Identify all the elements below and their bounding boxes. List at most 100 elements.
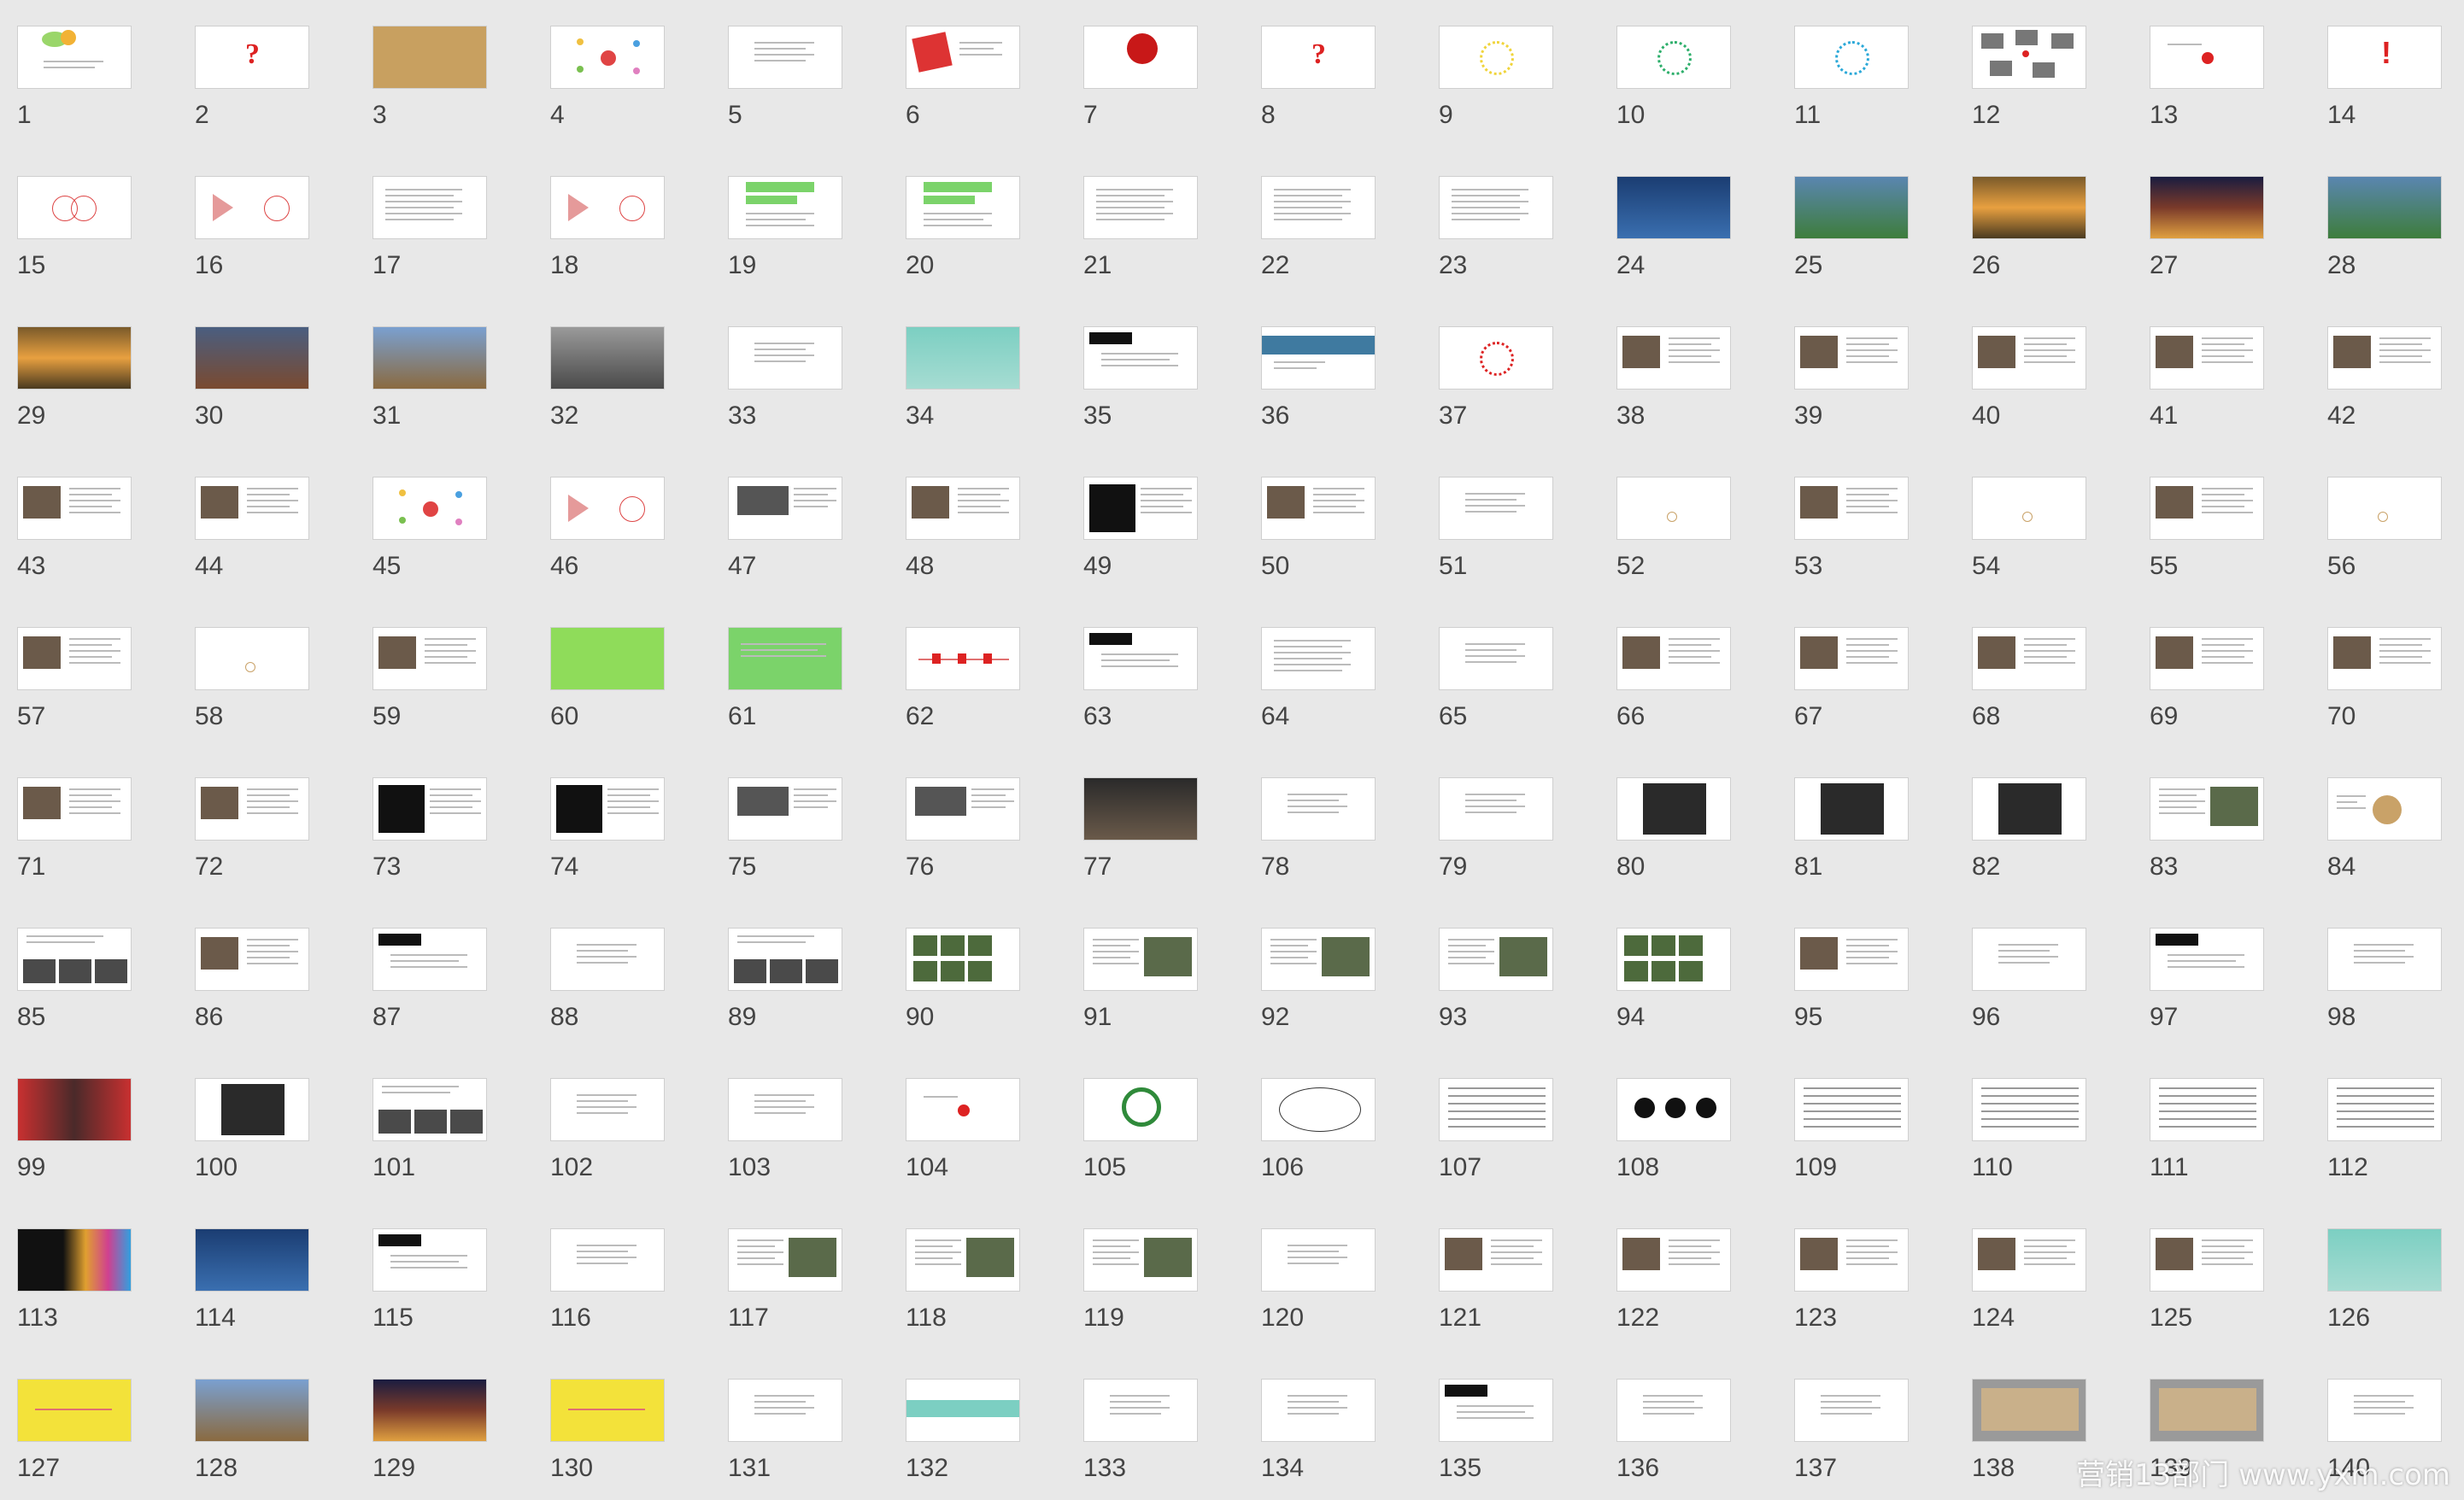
slide-preview[interactable] (195, 777, 309, 841)
slide-thumbnail[interactable]: 47 (728, 477, 906, 616)
slide-thumbnail[interactable]: 117 (728, 1228, 906, 1368)
slide-thumbnail[interactable]: 119 (1083, 1228, 1261, 1368)
slide-thumbnail[interactable]: 35 (1083, 326, 1261, 466)
slide-preview[interactable] (550, 477, 665, 540)
slide-thumbnail[interactable]: 76 (906, 777, 1083, 917)
slide-thumbnail[interactable]: 64 (1261, 627, 1439, 766)
slide-thumbnail[interactable]: 57 (17, 627, 195, 766)
slide-preview[interactable] (2327, 928, 2442, 991)
slide-preview[interactable] (906, 176, 1020, 239)
slide-thumbnail[interactable]: 116 (550, 1228, 728, 1368)
slide-preview[interactable] (1794, 1078, 1909, 1141)
slide-thumbnail[interactable]: 66 (1616, 627, 1794, 766)
slide-thumbnail[interactable]: ! 14 (2327, 26, 2464, 165)
slide-preview[interactable] (17, 176, 132, 239)
slide-thumbnail[interactable]: 26 (1972, 176, 2150, 315)
slide-thumbnail[interactable]: 81 (1794, 777, 1972, 917)
slide-preview[interactable]: ? (195, 26, 309, 89)
slide-preview[interactable] (1439, 777, 1553, 841)
slide-preview[interactable] (728, 777, 842, 841)
slide-thumbnail[interactable]: 118 (906, 1228, 1083, 1368)
slide-thumbnail[interactable]: 53 (1794, 477, 1972, 616)
slide-thumbnail[interactable]: 112 (2327, 1078, 2464, 1217)
slide-thumbnail[interactable]: 30 (195, 326, 373, 466)
slide-preview[interactable] (1972, 627, 2086, 690)
slide-thumbnail[interactable]: 27 (2150, 176, 2327, 315)
slide-thumbnail[interactable]: 73 (373, 777, 550, 917)
slide-thumbnail[interactable]: 135 (1439, 1379, 1616, 1500)
slide-preview[interactable] (1616, 1228, 1731, 1292)
slide-preview[interactable] (17, 1379, 132, 1442)
slide-preview[interactable] (1794, 777, 1909, 841)
slide-thumbnail[interactable]: 87 (373, 928, 550, 1067)
slide-preview[interactable] (906, 26, 1020, 89)
slide-preview[interactable] (1616, 326, 1731, 390)
slide-thumbnail[interactable]: 54 (1972, 477, 2150, 616)
slide-thumbnail[interactable]: ? 2 (195, 26, 373, 165)
slide-preview[interactable] (2150, 326, 2264, 390)
slide-preview[interactable] (550, 777, 665, 841)
slide-thumbnail[interactable]: 71 (17, 777, 195, 917)
slide-thumbnail[interactable]: 122 (1616, 1228, 1794, 1368)
slide-preview[interactable] (2150, 477, 2264, 540)
slide-preview[interactable] (1972, 1379, 2086, 1442)
slide-thumbnail[interactable]: 43 (17, 477, 195, 616)
slide-thumbnail[interactable]: 7 (1083, 26, 1261, 165)
slide-preview[interactable] (728, 326, 842, 390)
slide-thumbnail[interactable]: 23 (1439, 176, 1616, 315)
slide-thumbnail[interactable]: 137 (1794, 1379, 1972, 1500)
slide-preview[interactable] (1794, 176, 1909, 239)
slide-preview[interactable] (1083, 26, 1198, 89)
slide-preview[interactable] (373, 777, 487, 841)
slide-preview[interactable] (550, 928, 665, 991)
slide-preview[interactable] (2150, 26, 2264, 89)
slide-preview[interactable] (906, 1228, 1020, 1292)
slide-thumbnail[interactable]: 36 (1261, 326, 1439, 466)
slide-thumbnail[interactable]: 94 (1616, 928, 1794, 1067)
slide-thumbnail[interactable]: 108 (1616, 1078, 1794, 1217)
slide-thumbnail[interactable]: 17 (373, 176, 550, 315)
slide-preview[interactable] (2327, 627, 2442, 690)
slide-preview[interactable] (906, 627, 1020, 690)
slide-thumbnail[interactable]: 74 (550, 777, 728, 917)
slide-preview[interactable] (17, 326, 132, 390)
slide-thumbnail[interactable]: 34 (906, 326, 1083, 466)
slide-preview[interactable] (1972, 26, 2086, 89)
slide-preview[interactable] (195, 176, 309, 239)
slide-thumbnail[interactable]: 32 (550, 326, 728, 466)
slide-thumbnail[interactable]: 77 (1083, 777, 1261, 917)
slide-preview[interactable] (1439, 26, 1553, 89)
slide-thumbnail[interactable]: ? 8 (1261, 26, 1439, 165)
slide-preview[interactable] (1794, 26, 1909, 89)
slide-preview[interactable] (195, 326, 309, 390)
slide-thumbnail[interactable]: 134 (1261, 1379, 1439, 1500)
slide-thumbnail[interactable]: 131 (728, 1379, 906, 1500)
slide-preview[interactable] (2150, 1078, 2264, 1141)
slide-thumbnail[interactable]: 18 (550, 176, 728, 315)
slide-thumbnail[interactable]: 22 (1261, 176, 1439, 315)
slide-thumbnail[interactable]: 50 (1261, 477, 1439, 616)
slide-thumbnail[interactable]: 105 (1083, 1078, 1261, 1217)
slide-preview[interactable] (1794, 477, 1909, 540)
slide-thumbnail[interactable]: 126 (2327, 1228, 2464, 1368)
slide-preview[interactable] (2327, 1078, 2442, 1141)
slide-preview[interactable] (2150, 777, 2264, 841)
slide-preview[interactable] (2150, 627, 2264, 690)
slide-thumbnail[interactable]: 88 (550, 928, 728, 1067)
slide-thumbnail[interactable]: 29 (17, 326, 195, 466)
slide-preview[interactable] (1261, 477, 1376, 540)
slide-preview[interactable] (1261, 928, 1376, 991)
slide-thumbnail[interactable]: 115 (373, 1228, 550, 1368)
slide-thumbnail[interactable]: 24 (1616, 176, 1794, 315)
slide-preview[interactable] (550, 1078, 665, 1141)
slide-thumbnail[interactable]: 93 (1439, 928, 1616, 1067)
slide-preview[interactable]: ! (2327, 26, 2442, 89)
slide-preview[interactable] (550, 326, 665, 390)
slide-preview[interactable] (1972, 777, 2086, 841)
slide-thumbnail[interactable]: 40 (1972, 326, 2150, 466)
slide-preview[interactable] (1439, 1078, 1553, 1141)
slide-preview[interactable] (1083, 326, 1198, 390)
slide-thumbnail[interactable]: 100 (195, 1078, 373, 1217)
slide-thumbnail[interactable]: 136 (1616, 1379, 1794, 1500)
slide-thumbnail[interactable]: 37 (1439, 326, 1616, 466)
